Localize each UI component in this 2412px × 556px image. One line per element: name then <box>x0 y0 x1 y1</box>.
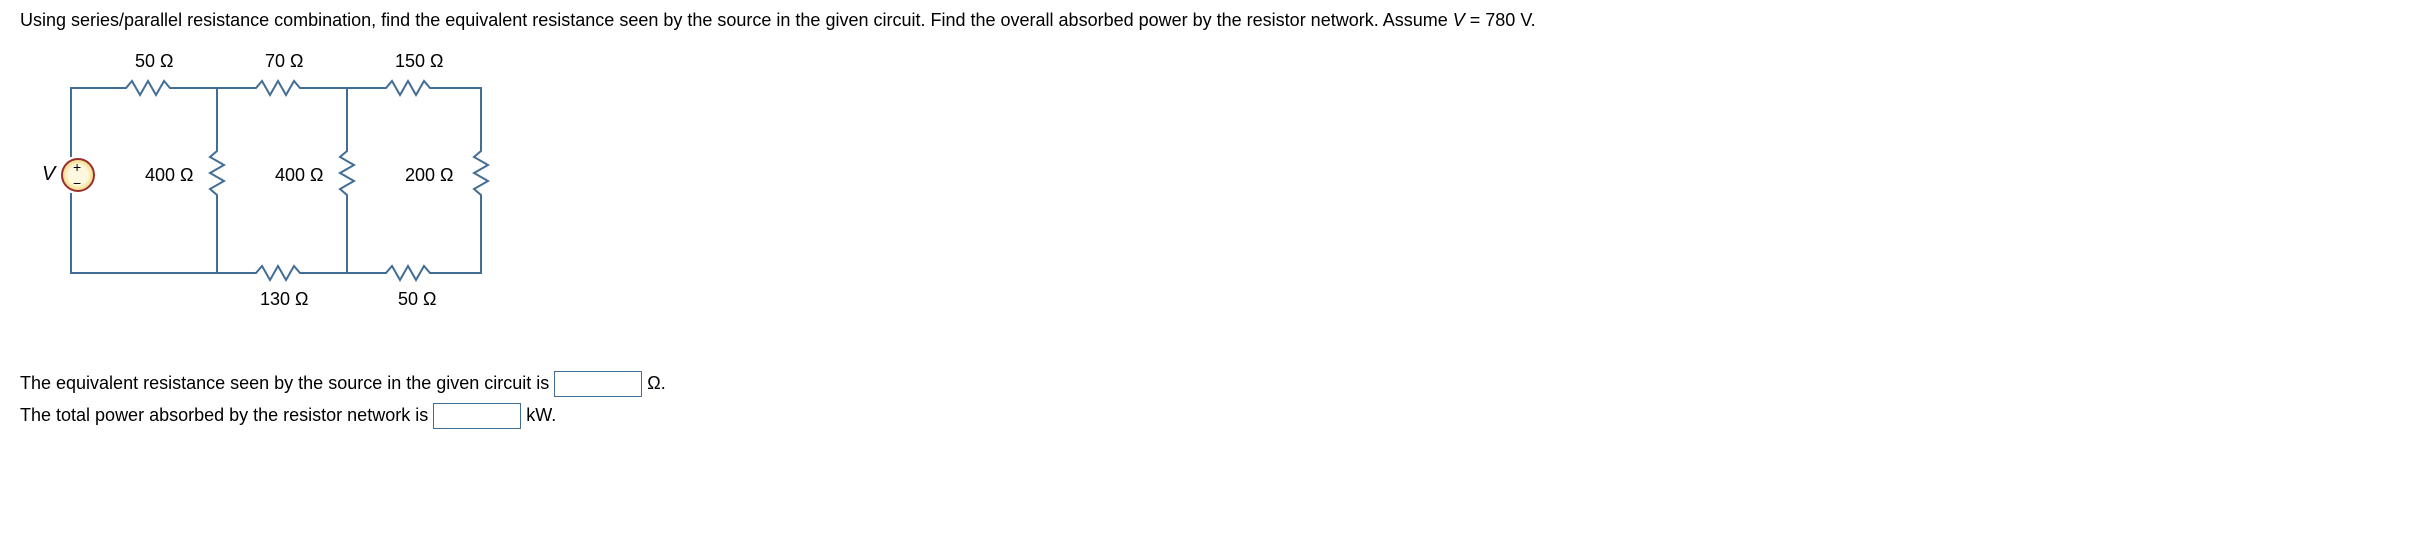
resistor-icon <box>208 145 228 205</box>
wire <box>310 272 380 274</box>
resistor-icon <box>120 79 180 99</box>
wire <box>70 193 72 273</box>
resistor-label-r2: 70 Ω <box>265 51 303 72</box>
answer-line-resistance: The equivalent resistance seen by the so… <box>20 371 2392 397</box>
resistor-label-r3: 150 Ω <box>395 51 444 72</box>
answer-unit-1: Ω. <box>642 373 665 393</box>
answer-text-2: The total power absorbed by the resistor… <box>20 405 433 425</box>
problem-variable-v: V <box>1453 10 1465 30</box>
minus-icon: − <box>73 175 81 191</box>
wire <box>440 272 482 274</box>
resistor-icon <box>380 264 440 284</box>
resistor-label-rb1: 130 Ω <box>260 289 309 310</box>
plus-icon: + <box>73 159 81 175</box>
problem-statement: Using series/parallel resistance combina… <box>20 10 2392 31</box>
resistor-label-rb2: 50 Ω <box>398 289 436 310</box>
power-input[interactable] <box>433 403 521 429</box>
resistor-label-rv2: 400 Ω <box>275 165 324 186</box>
wire <box>346 205 348 273</box>
wire <box>480 205 482 273</box>
resistor-icon <box>250 79 310 99</box>
problem-text-1: Using series/parallel resistance combina… <box>20 10 1453 30</box>
resistor-icon <box>380 79 440 99</box>
wire <box>440 87 482 89</box>
wire <box>216 87 218 145</box>
answer-line-power: The total power absorbed by the resistor… <box>20 403 2392 429</box>
wire <box>346 87 348 145</box>
resistor-icon <box>472 145 492 205</box>
resistor-label-rv3: 200 Ω <box>405 165 454 186</box>
wire <box>70 87 120 89</box>
source-label: V <box>42 163 55 186</box>
wire <box>216 205 218 273</box>
resistor-icon <box>338 145 358 205</box>
wire <box>180 87 250 89</box>
answer-unit-2: kW. <box>521 405 556 425</box>
wire <box>70 272 250 274</box>
resistor-label-rv1: 400 Ω <box>145 165 194 186</box>
resistor-label-r1: 50 Ω <box>135 51 173 72</box>
wire <box>70 87 72 157</box>
circuit-diagram: 50 Ω 70 Ω 150 Ω V + − 400 Ω <box>40 51 540 341</box>
answer-text-1: The equivalent resistance seen by the so… <box>20 373 554 393</box>
problem-text-2: = 780 V. <box>1465 10 1536 30</box>
resistance-input[interactable] <box>554 371 642 397</box>
resistor-icon <box>250 264 310 284</box>
wire <box>480 87 482 145</box>
wire <box>310 87 380 89</box>
